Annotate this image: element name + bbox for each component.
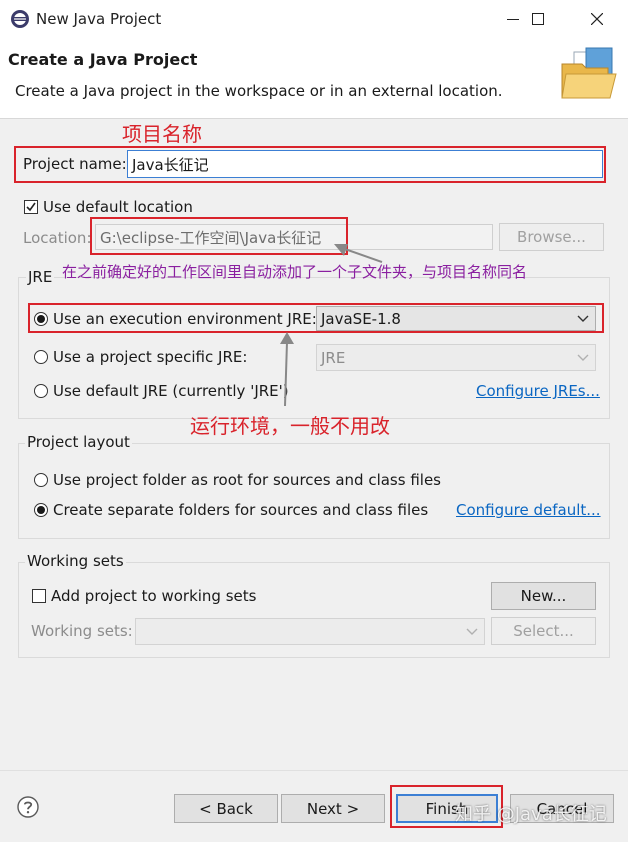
annotation-project-name: 项目名称 [122, 122, 202, 146]
jre-env-select[interactable]: JavaSE-1.8 [316, 306, 596, 331]
add-to-working-sets-checkbox[interactable] [32, 589, 46, 603]
working-sets-label: Working sets: [31, 622, 133, 640]
project-name-label: Project name: [23, 155, 127, 173]
chevron-down-icon [577, 315, 589, 322]
close-button[interactable] [574, 0, 620, 38]
title-bar: New Java Project [0, 0, 628, 38]
next-button[interactable]: Next > [281, 794, 385, 823]
checkmark-icon [26, 202, 36, 212]
wizard-header: Create a Java Project Create a Java proj… [0, 38, 628, 119]
project-layout-title: Project layout [25, 433, 132, 451]
use-default-location-checkbox[interactable] [24, 200, 38, 214]
jre-default-radio[interactable] [34, 384, 48, 398]
working-sets-title: Working sets [25, 552, 126, 570]
chevron-down-icon [577, 354, 589, 361]
jre-default-label: Use default JRE (currently 'JRE') [53, 382, 289, 400]
jre-specific-radio[interactable] [34, 350, 48, 364]
select-working-sets-button[interactable]: Select... [491, 617, 596, 645]
maximize-button[interactable] [515, 0, 561, 38]
project-name-value: Java长征记 [132, 155, 209, 174]
maximize-icon [532, 13, 544, 25]
jre-group-title: JRE [26, 268, 55, 286]
layout-separate-radio[interactable] [34, 503, 48, 517]
jre-env-selected: JavaSE-1.8 [321, 309, 401, 328]
page-description: Create a Java project in the workspace o… [15, 82, 503, 100]
new-working-set-button[interactable]: New... [491, 582, 596, 610]
jre-specific-select[interactable]: JRE [316, 344, 596, 371]
annotation-arrow-jre [280, 332, 294, 407]
add-to-working-sets-label: Add project to working sets [51, 587, 257, 605]
highlight-location [90, 217, 348, 255]
browse-button[interactable]: Browse... [499, 223, 604, 251]
configure-jres-link[interactable]: Configure JREs... [476, 382, 600, 400]
chevron-down-icon [466, 628, 478, 635]
use-default-location-label: Use default location [43, 198, 193, 216]
layout-root-label: Use project folder as root for sources a… [53, 471, 441, 489]
back-button[interactable]: < Back [174, 794, 278, 823]
jre-env-label: Use an execution environment JRE: [53, 310, 317, 328]
location-label: Location: [23, 229, 92, 247]
new-java-project-folder-icon [561, 47, 617, 99]
help-icon[interactable] [17, 796, 39, 818]
project-layout-group [18, 443, 610, 539]
eclipse-icon [11, 10, 29, 28]
project-name-input[interactable]: Java长征记 [127, 150, 603, 178]
layout-root-radio[interactable] [34, 473, 48, 487]
jre-specific-selected: JRE [321, 348, 346, 367]
working-sets-select[interactable] [135, 618, 485, 645]
radio-selected-dot [37, 506, 45, 514]
window-title: New Java Project [36, 10, 162, 28]
annotation-jre-note: 运行环境，一般不用改 [190, 414, 390, 438]
watermark: 知乎 @Java长征记 [455, 804, 607, 825]
radio-selected-dot [37, 315, 45, 323]
footer-divider [0, 770, 628, 771]
page-title: Create a Java Project [8, 50, 198, 69]
jre-specific-label: Use a project specific JRE: [53, 348, 248, 366]
layout-separate-label: Create separate folders for sources and … [53, 501, 429, 519]
annotation-location-note: 在之前确定好的工作区间里自动添加了一个子文件夹，与项目名称同名 [62, 263, 528, 281]
jre-env-radio[interactable] [34, 312, 48, 326]
close-icon [591, 13, 603, 25]
configure-default-link[interactable]: Configure default... [456, 501, 601, 519]
